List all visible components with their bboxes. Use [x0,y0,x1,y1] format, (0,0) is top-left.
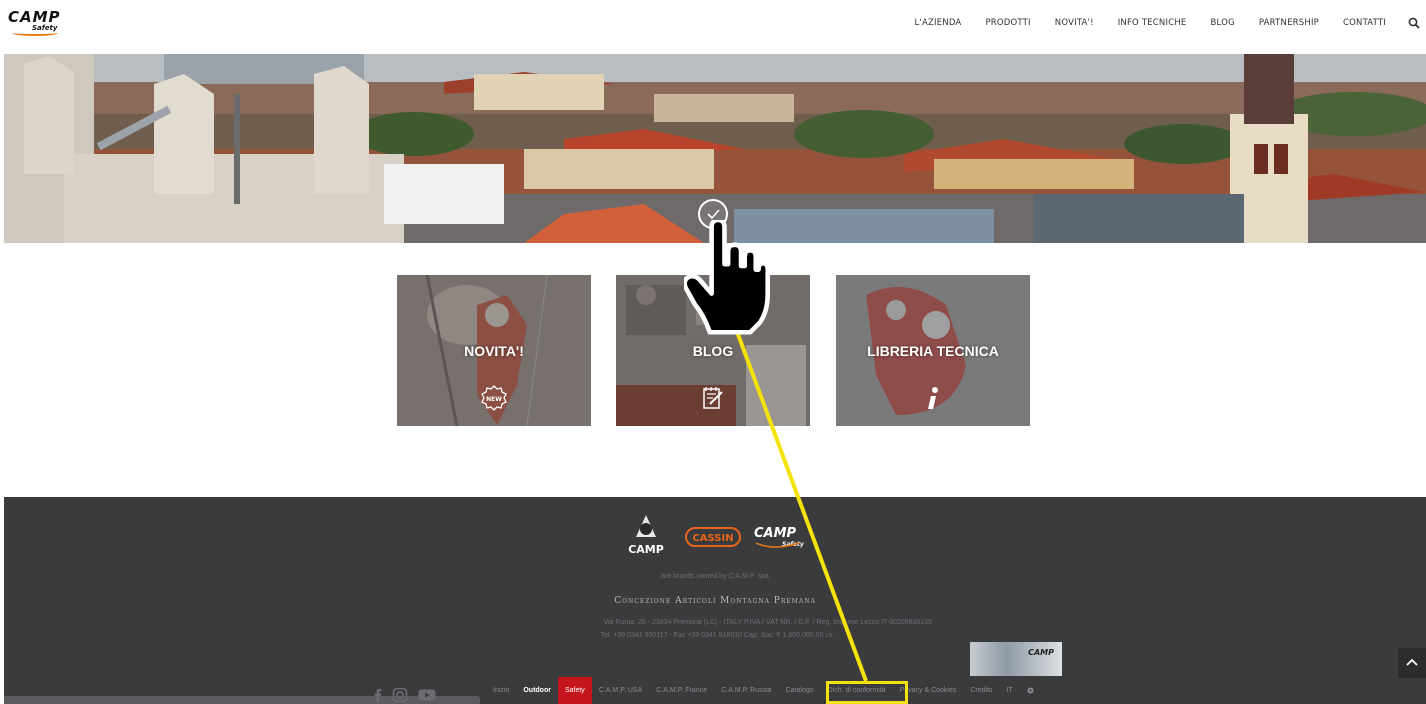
pointer-hand-icon [682,217,776,342]
annotation-highlight-box [826,681,908,704]
annotation-arrow [730,317,868,682]
